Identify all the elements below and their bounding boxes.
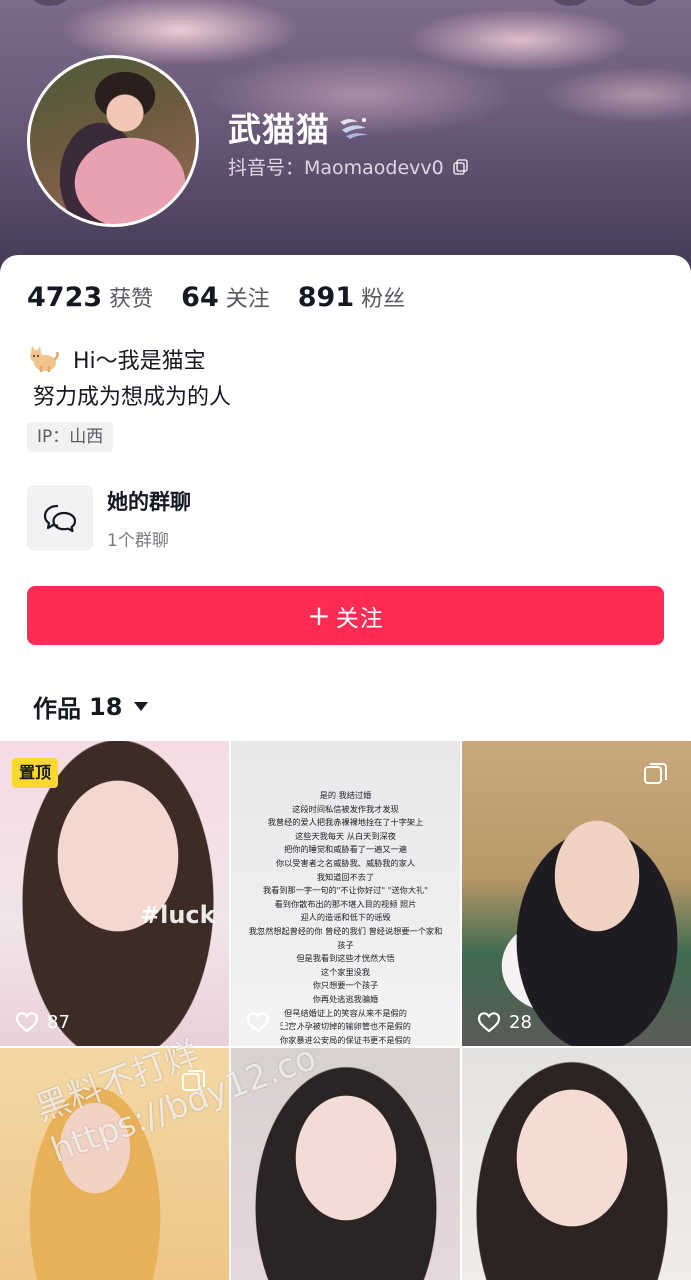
follow-button[interactable]: + 关注 bbox=[27, 586, 664, 645]
bio-text-1: Hi～我是猫宝 bbox=[73, 349, 206, 374]
video-overlay-text: #luck bbox=[140, 901, 216, 929]
video-tile[interactable]: 是的 我结过婚 这段时间私信被发作我才发现 我曾经的爱人把我赤裸裸地拴在了十字架… bbox=[231, 741, 460, 1046]
avatar[interactable] bbox=[27, 55, 199, 227]
top-left-partial-icon[interactable] bbox=[30, 0, 70, 6]
works-tab-count: 18 bbox=[89, 692, 123, 721]
cat-emoji-icon bbox=[30, 346, 59, 372]
video-note-text: 是的 我结过婚 这段时间私信被发作我才发现 我曾经的爱人把我赤裸裸地拴在了十字架… bbox=[248, 790, 443, 1045]
video-tile[interactable]: 28 bbox=[462, 741, 691, 1046]
douyin-id-row[interactable]: 抖音号：Maomaodevv0 bbox=[228, 153, 470, 180]
chat-bubbles-icon bbox=[43, 504, 77, 533]
username: 武猫猫 bbox=[228, 110, 330, 149]
video-likes: 28 bbox=[477, 1011, 532, 1033]
douyin-id-text: 抖音号：Maomaodevv0 bbox=[228, 157, 444, 179]
top-right-menu-partial-icon[interactable] bbox=[620, 0, 660, 6]
video-likes-count: 28 bbox=[509, 1011, 532, 1033]
ip-location-tag: IP：山西 bbox=[27, 422, 114, 452]
group-chat-subtitle: 1个群聊 bbox=[107, 530, 169, 551]
pinned-badge: 置顶 bbox=[12, 758, 59, 788]
video-tile[interactable] bbox=[231, 1048, 460, 1280]
following-label: 关注 bbox=[225, 287, 270, 312]
following-count: 64 bbox=[181, 282, 219, 313]
username-row: 武猫猫 bbox=[228, 103, 372, 151]
video-grid: 置顶 #luck 87 是的 我结过婚 这段时间私信被发作我才发现 我曾经的爱人… bbox=[0, 741, 691, 1280]
video-likes: 87 bbox=[15, 1011, 70, 1033]
video-tile[interactable]: 置顶 #luck 87 bbox=[0, 741, 229, 1046]
video-likes-count: 87 bbox=[47, 1011, 70, 1033]
video-likes-count: 15 bbox=[278, 1011, 301, 1033]
multi-select-icon bbox=[644, 763, 667, 784]
group-chat-entry[interactable]: 她的群聊 1个群聊 bbox=[27, 485, 191, 551]
stat-followers[interactable]: 891 粉丝 bbox=[298, 281, 405, 313]
works-tab[interactable]: 作品 18 bbox=[33, 689, 149, 724]
group-chat-texts: 她的群聊 1个群聊 bbox=[107, 486, 191, 551]
triangle-down-icon[interactable] bbox=[134, 702, 149, 711]
plus-icon: + bbox=[307, 599, 332, 632]
followers-label: 粉丝 bbox=[361, 287, 406, 312]
likes-count: 4723 bbox=[27, 282, 103, 313]
stats-row: 4723 获赞 64 关注 891 粉丝 bbox=[27, 281, 433, 313]
works-tab-label: 作品 bbox=[33, 695, 81, 723]
bio-line-1: Hi～我是猫宝 bbox=[27, 343, 206, 375]
heart-outline-icon bbox=[477, 1012, 501, 1033]
multi-select-icon bbox=[182, 1070, 205, 1091]
heart-outline-icon bbox=[246, 1012, 270, 1033]
top-right-partial-icon[interactable] bbox=[550, 0, 590, 6]
video-tile[interactable] bbox=[462, 1048, 691, 1280]
stat-following[interactable]: 64 关注 bbox=[181, 281, 270, 313]
bio-text-2: 努力成为想成为的人 bbox=[33, 385, 232, 410]
followers-count: 891 bbox=[297, 282, 355, 313]
copy-icon[interactable] bbox=[452, 158, 470, 176]
likes-label: 获赞 bbox=[109, 287, 154, 312]
video-tile[interactable] bbox=[0, 1048, 229, 1280]
heart-outline-icon bbox=[15, 1012, 39, 1033]
group-chat-title: 她的群聊 bbox=[107, 489, 191, 514]
video-likes: 15 bbox=[246, 1011, 301, 1033]
stat-likes[interactable]: 4723 获赞 bbox=[27, 281, 153, 313]
sparkle-icon bbox=[340, 118, 368, 139]
follow-button-label: 关注 bbox=[335, 605, 384, 632]
group-chat-icon-box bbox=[27, 485, 93, 551]
